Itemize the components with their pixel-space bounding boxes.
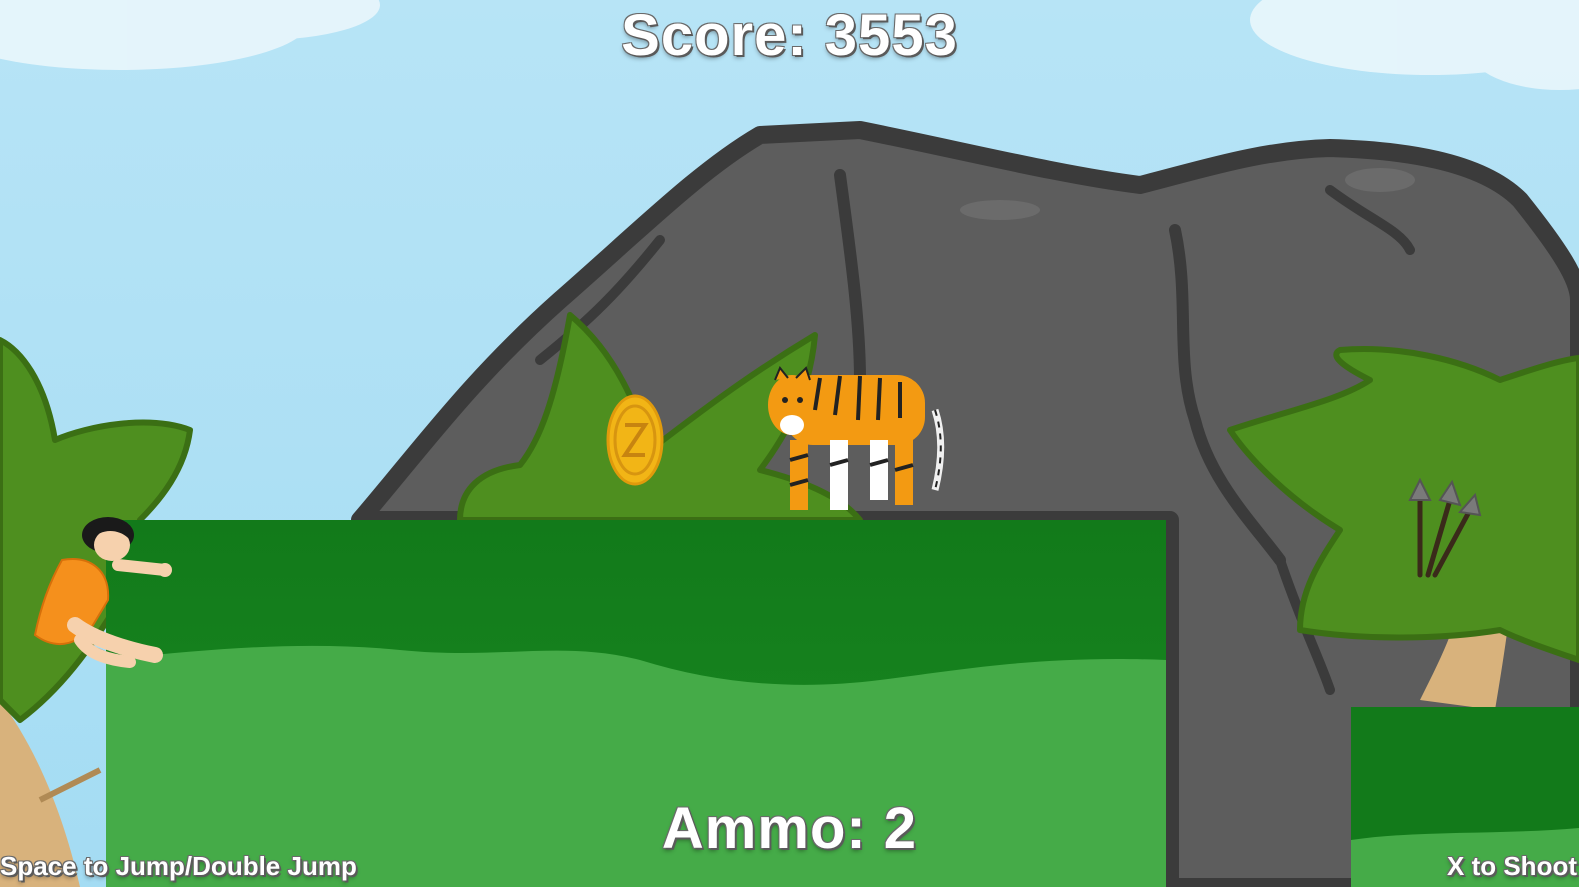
score-display: Score: 3553 <box>621 3 958 68</box>
jump-hint: Space to Jump/Double Jump <box>0 851 357 881</box>
shoot-hint: X to Shoot <box>1447 851 1577 881</box>
coin-icon <box>606 394 664 486</box>
game-scene <box>0 0 1579 887</box>
